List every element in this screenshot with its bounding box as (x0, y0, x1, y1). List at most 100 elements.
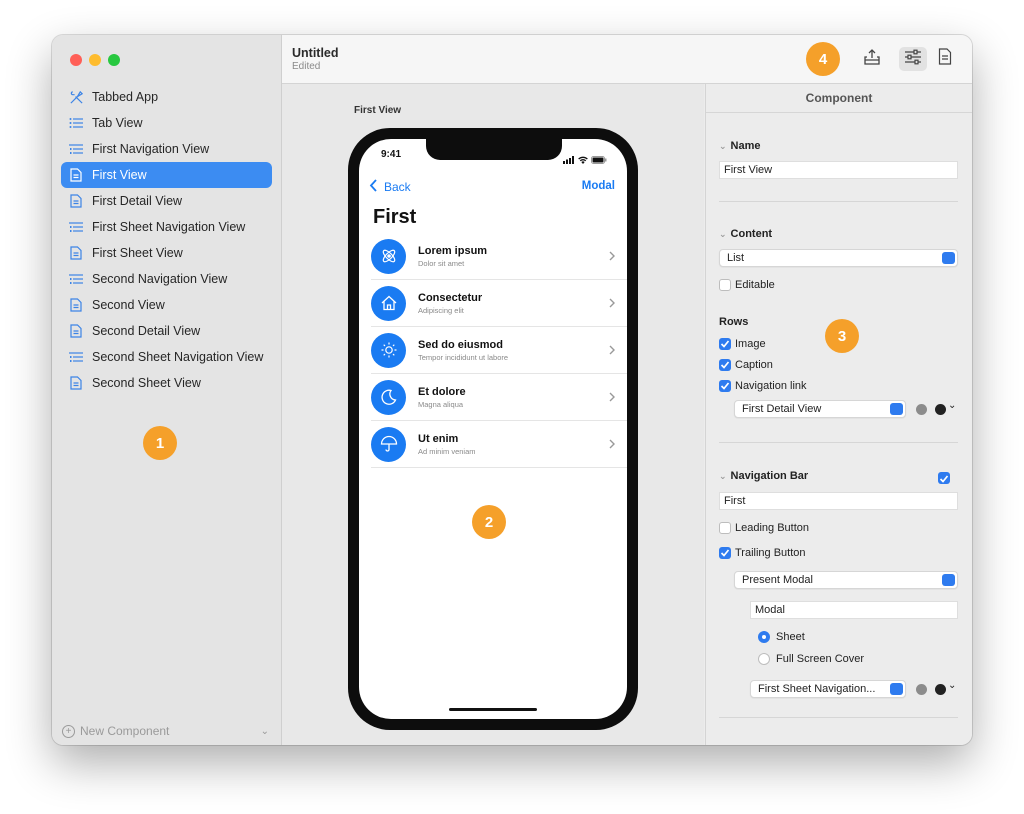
new-component-button[interactable]: + New Component ⌄ (52, 717, 281, 745)
list-item[interactable]: Sed do eiusmod Tempor incididunt ut labo… (371, 327, 627, 374)
document-icon (68, 167, 84, 183)
iphone-frame: 9:41 Back Modal First Lorem ipsum Dolor … (348, 128, 638, 730)
name-section-header[interactable]: ⌄ Name (719, 140, 761, 152)
navigation-link-target-select[interactable]: First Detail View (734, 400, 906, 418)
home-indicator (449, 708, 537, 711)
full-screen-cover-radio[interactable]: Full Screen Cover (758, 653, 864, 665)
editable-label: Editable (735, 279, 775, 291)
image-label: Image (735, 338, 766, 350)
modal-target-select[interactable]: First Sheet Navigation... (750, 680, 906, 698)
sidebar-item-label: Second Sheet View (92, 376, 201, 390)
inspector-title: Component (706, 84, 972, 113)
signal-icon (563, 151, 575, 169)
checkbox-checked[interactable] (719, 547, 731, 559)
sidebar-item-second-view[interactable]: Second View (61, 292, 272, 318)
sidebar-item-first-sheet-view[interactable]: First Sheet View (61, 240, 272, 266)
list-item[interactable]: Lorem ipsum Dolor sit amet (371, 233, 627, 280)
leading-button-label: Leading Button (735, 522, 810, 534)
chevron-right-icon (609, 389, 615, 407)
updown-chevron-icon (890, 683, 903, 695)
modal-button[interactable]: Modal (582, 180, 615, 192)
sidebar-item-tab-view[interactable]: Tab View (61, 110, 272, 136)
sidebar-item-first-navigation-view[interactable]: First Navigation View (61, 136, 272, 162)
navigation-link-checkbox[interactable]: Navigation link (719, 380, 807, 392)
checkbox[interactable] (719, 522, 731, 534)
share-button[interactable] (858, 47, 886, 71)
trailing-action-select[interactable]: Present Modal (734, 571, 958, 589)
indented-list-icon (68, 219, 84, 235)
chevron-down-icon: ⌄ (719, 229, 727, 239)
checkbox-checked[interactable] (719, 359, 731, 371)
back-button[interactable]: Back (369, 179, 411, 195)
back-label: Back (384, 180, 411, 194)
inspector-toggle-button[interactable] (899, 47, 927, 71)
navigation-bar-checkbox[interactable] (938, 472, 950, 484)
close-window-button[interactable] (70, 54, 82, 66)
document-icon (938, 48, 952, 70)
new-component-label: New Component (80, 724, 170, 738)
image-checkbox[interactable]: Image (719, 338, 766, 350)
list-icon (68, 115, 84, 131)
minimize-window-button[interactable] (89, 54, 101, 66)
list-item-title: Sed do eiusmod (418, 338, 503, 351)
document-button[interactable] (931, 47, 959, 71)
navigation-link-label: Navigation link (735, 380, 807, 392)
go-to-destination-icon[interactable] (916, 684, 927, 695)
navigation-bar-section-header[interactable]: ⌄ Navigation Bar (719, 470, 808, 482)
trailing-button-label: Trailing Button (735, 547, 806, 559)
caption-checkbox[interactable]: Caption (719, 359, 773, 371)
updown-chevron-icon (942, 252, 955, 264)
document-icon (68, 375, 84, 391)
chevron-down-icon: ⌄ (719, 471, 727, 481)
preview-canvas: First View 9:41 Back Modal First Lorem i… (282, 84, 704, 745)
go-to-destination-icon[interactable] (916, 404, 927, 415)
add-menu-icon[interactable] (935, 404, 946, 415)
sidebar-item-first-sheet-navigation-view[interactable]: First Sheet Navigation View (61, 214, 272, 240)
chevron-right-icon (609, 248, 615, 266)
navigation-title-field[interactable]: First (719, 492, 958, 510)
radio-selected[interactable] (758, 631, 770, 643)
sidebar-item-first-detail-view[interactable]: First Detail View (61, 188, 272, 214)
checkbox-checked[interactable] (719, 380, 731, 392)
name-label: Name (730, 140, 761, 152)
document-icon (68, 297, 84, 313)
trailing-title-field[interactable]: Modal (750, 601, 958, 619)
chevron-down-icon[interactable]: ⌄ (261, 726, 269, 737)
leading-button-checkbox[interactable]: Leading Button (719, 522, 809, 534)
zoom-window-button[interactable] (108, 54, 120, 66)
list-item-subtitle: Magna aliqua (418, 399, 464, 409)
list-item[interactable]: Consectetur Adipiscing elit (371, 280, 627, 327)
radio[interactable] (758, 653, 770, 665)
chevron-down-icon[interactable]: ⌄ (948, 680, 956, 691)
list-item-subtitle: Adipiscing elit (418, 305, 464, 315)
list-item[interactable]: Et dolore Magna aliqua (371, 374, 627, 421)
content-type-value: List (727, 252, 745, 264)
sidebar-item-label: First Sheet View (92, 246, 183, 260)
chevron-right-icon (609, 436, 615, 454)
name-field[interactable]: First View (719, 161, 958, 179)
list-item[interactable]: Ut enim Ad minim veniam (371, 421, 627, 468)
document-icon (68, 193, 84, 209)
sidebar-item-label: Second Sheet Navigation View (92, 350, 264, 364)
sidebar-item-second-detail-view[interactable]: Second Detail View (61, 318, 272, 344)
sidebar-item-first-view[interactable]: First View (61, 162, 272, 188)
content-section-header[interactable]: ⌄ Content (719, 228, 772, 240)
editable-checkbox[interactable]: Editable (719, 279, 775, 291)
rows-label: Rows (719, 316, 749, 328)
sun-icon (371, 332, 406, 368)
sidebar-item-second-sheet-navigation-view[interactable]: Second Sheet Navigation View (61, 344, 272, 370)
checkbox-checked[interactable] (719, 338, 731, 350)
sheet-radio[interactable]: Sheet (758, 631, 805, 643)
chevron-left-icon (369, 179, 378, 195)
trailing-button-checkbox[interactable]: Trailing Button (719, 547, 806, 559)
checkbox[interactable] (719, 279, 731, 291)
sidebar-item-second-sheet-view[interactable]: Second Sheet View (61, 370, 272, 396)
content-type-select[interactable]: List (719, 249, 958, 267)
chevron-down-icon[interactable]: ⌄ (948, 400, 956, 411)
indented-list-icon (68, 141, 84, 157)
add-menu-icon[interactable] (935, 684, 946, 695)
full-screen-cover-label: Full Screen Cover (776, 653, 865, 665)
sidebar-item-second-navigation-view[interactable]: Second Navigation View (61, 266, 272, 292)
sidebar-item-tabbed-app[interactable]: Tabbed App (61, 84, 272, 110)
status-icons (563, 151, 607, 169)
